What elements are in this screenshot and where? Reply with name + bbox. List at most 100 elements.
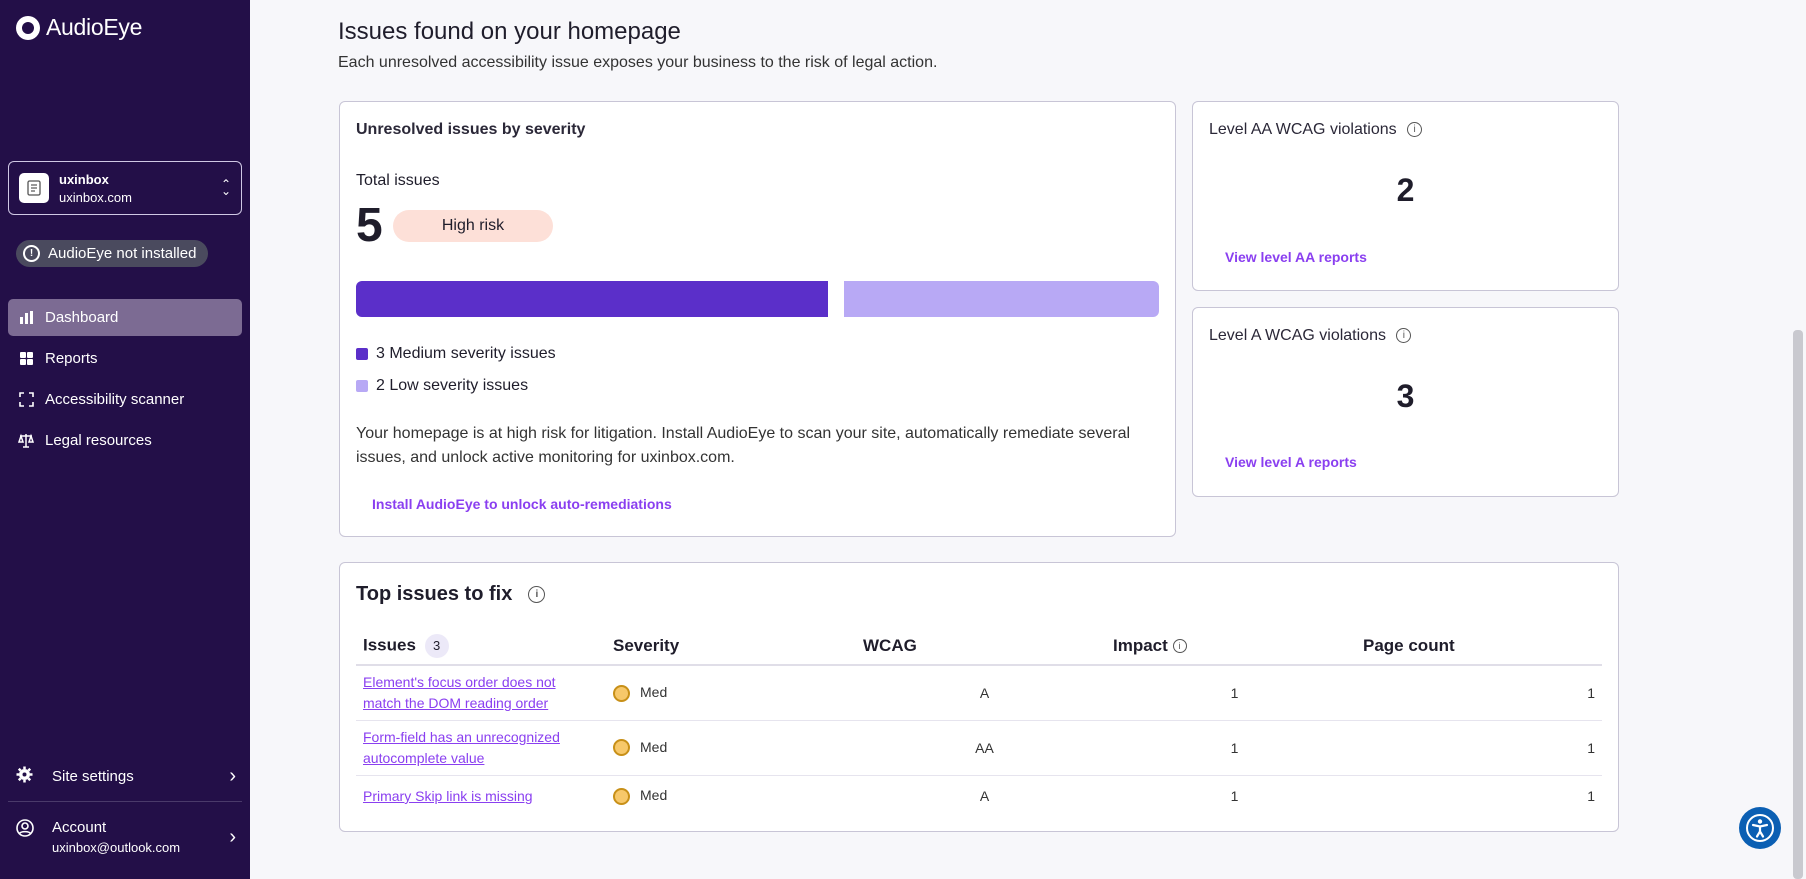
issue-link[interactable]: Form-field has an unrecognized autocompl… xyxy=(363,727,593,769)
info-icon[interactable]: i xyxy=(1172,639,1187,654)
total-issues-label: Total issues xyxy=(356,172,440,189)
medium-severity-segment xyxy=(356,281,829,317)
install-audioeye-link[interactable]: Install AudioEye to unlock auto-remediat… xyxy=(372,496,672,512)
level-aa-title: Level AA WCAG violations i xyxy=(1209,121,1423,139)
page-count-value: 1 xyxy=(1356,720,1602,776)
level-aa-title-text: Level AA WCAG violations xyxy=(1209,121,1397,138)
top-issues-title: Top issues to fix i xyxy=(356,583,546,606)
legend-low-label: 2 Low severity issues xyxy=(376,377,529,394)
chevron-up-down-icon: ⌃ ⌄ xyxy=(220,177,231,198)
issue-link[interactable]: Primary Skip link is missing xyxy=(363,786,593,807)
sidebar-item-label: Dashboard xyxy=(45,309,119,326)
chevron-right-icon: › xyxy=(229,825,236,848)
col-header-impact[interactable]: Impact i xyxy=(1106,627,1356,666)
level-a-count: 3 xyxy=(1396,378,1415,414)
top-issues-table: Issues 3 Severity WCAG Impact i Page cou… xyxy=(356,627,1602,817)
page-scrollbar[interactable] xyxy=(1793,330,1803,879)
wcag-value: AA xyxy=(856,720,1106,776)
legend-low-swatch xyxy=(356,380,368,392)
alert-icon: ! xyxy=(23,245,40,262)
site-domain: uxinbox.com xyxy=(59,189,132,205)
col-header-severity[interactable]: Severity xyxy=(606,627,856,666)
audioeye-logo-icon xyxy=(16,15,40,40)
sidebar-item-label: Accessibility scanner xyxy=(45,391,185,408)
issue-link[interactable]: Element's focus order does not match the… xyxy=(363,672,593,714)
scanner-icon xyxy=(18,392,34,408)
severity-card: Unresolved issues by severity Total issu… xyxy=(339,101,1176,537)
bar-chart-icon xyxy=(18,310,34,326)
account-button[interactable]: Account uxinbox@outlook.com › xyxy=(16,817,236,857)
top-issues-title-text: Top issues to fix xyxy=(356,583,513,605)
sidebar-item-label: Legal resources xyxy=(45,432,152,449)
sidebar-item-label: Reports xyxy=(45,350,98,367)
info-icon[interactable]: i xyxy=(1407,122,1423,138)
page-subtitle: Each unresolved accessibility issue expo… xyxy=(338,54,938,71)
impact-value: 1 xyxy=(1106,665,1356,721)
site-name: uxinbox xyxy=(59,171,109,187)
user-circle-icon xyxy=(16,819,34,841)
impact-value: 1 xyxy=(1106,720,1356,776)
low-severity-segment xyxy=(844,281,1159,317)
table-row: Form-field has an unrecognized autocompl… xyxy=(356,720,1602,776)
legend-medium: 3 Medium severity issues xyxy=(356,345,556,363)
total-issues-count: 5 xyxy=(356,199,383,252)
audioeye-logo[interactable]: AudioEye xyxy=(16,14,142,41)
view-aa-reports-link[interactable]: View level AA reports xyxy=(1225,249,1367,265)
col-header-wcag[interactable]: WCAG xyxy=(856,627,1106,666)
info-icon[interactable]: i xyxy=(528,586,546,603)
legend-low: 2 Low severity issues xyxy=(356,377,528,395)
accessibility-person-icon xyxy=(1746,814,1774,842)
medium-severity-icon xyxy=(613,788,630,806)
level-a-title-text: Level A WCAG violations xyxy=(1209,327,1386,344)
risk-badge: High risk xyxy=(393,210,553,242)
severity-value: Med xyxy=(640,738,668,755)
sidebar-divider xyxy=(8,801,242,802)
gear-icon xyxy=(16,766,34,787)
col-impact-label: Impact xyxy=(1113,635,1168,655)
top-issues-card: Top issues to fix i Issues 3 Severity WC… xyxy=(339,562,1619,832)
site-settings-button[interactable]: Site settings › xyxy=(16,764,236,788)
wcag-value: A xyxy=(856,665,1106,721)
risk-description: Your homepage is at high risk for litiga… xyxy=(356,425,1131,466)
site-icon xyxy=(19,173,49,203)
level-a-card: Level A WCAG violations i 3 View level A… xyxy=(1192,307,1619,497)
col-header-page-count[interactable]: Page count xyxy=(1356,627,1602,666)
severity-value: Med xyxy=(640,787,668,804)
main-content: Issues found on your homepage Each unres… xyxy=(250,0,1806,879)
page-count-value: 1 xyxy=(1587,788,1595,805)
table-row: Primary Skip link is missing Med A 1 1 xyxy=(356,775,1602,817)
site-settings-label: Site settings xyxy=(52,767,134,785)
severity-value: Med xyxy=(640,683,668,700)
site-selector[interactable]: uxinbox uxinbox.com ⌃ ⌄ xyxy=(8,161,242,215)
level-aa-card: Level AA WCAG violations i 2 View level … xyxy=(1192,101,1619,291)
scale-icon xyxy=(18,433,34,449)
severity-bar xyxy=(356,281,1159,317)
sidebar: AudioEye uxinbox uxinbox.com ⌃ ⌄ ! AudioE… xyxy=(0,0,250,879)
info-icon[interactable]: i xyxy=(1396,328,1412,344)
status-badge-label: AudioEye not installed xyxy=(48,245,197,262)
col-issues-label: Issues xyxy=(363,635,416,654)
medium-severity-icon xyxy=(613,739,630,757)
legend-medium-swatch xyxy=(356,348,368,360)
status-badge: ! AudioEye not installed xyxy=(16,240,209,267)
account-label: Account xyxy=(52,819,107,836)
logo-text: AudioEye xyxy=(46,14,143,40)
sidebar-item-accessibility-scanner[interactable]: Accessibility scanner xyxy=(8,381,242,418)
severity-card-title: Unresolved issues by severity xyxy=(356,121,586,138)
col-header-issues[interactable]: Issues 3 xyxy=(356,627,606,666)
page-count-value: 1 xyxy=(1356,665,1602,721)
accessibility-toolbar-button[interactable] xyxy=(1739,807,1781,849)
legend-medium-label: 3 Medium severity issues xyxy=(376,345,556,362)
level-aa-count: 2 xyxy=(1396,172,1415,208)
issues-count-badge: 3 xyxy=(424,633,449,658)
view-a-reports-link[interactable]: View level A reports xyxy=(1225,454,1357,470)
sidebar-item-legal-resources[interactable]: Legal resources xyxy=(8,422,242,459)
table-row: Element's focus order does not match the… xyxy=(356,665,1602,721)
chevron-right-icon: › xyxy=(229,764,236,787)
account-email: uxinbox@outlook.com xyxy=(52,840,181,855)
sidebar-item-dashboard[interactable]: Dashboard xyxy=(8,299,242,336)
sidebar-nav: Dashboard Reports Accessibility scanner … xyxy=(8,299,242,463)
level-a-title: Level A WCAG violations i xyxy=(1209,327,1412,345)
impact-value: 1 xyxy=(1230,788,1239,805)
sidebar-item-reports[interactable]: Reports xyxy=(8,340,242,377)
